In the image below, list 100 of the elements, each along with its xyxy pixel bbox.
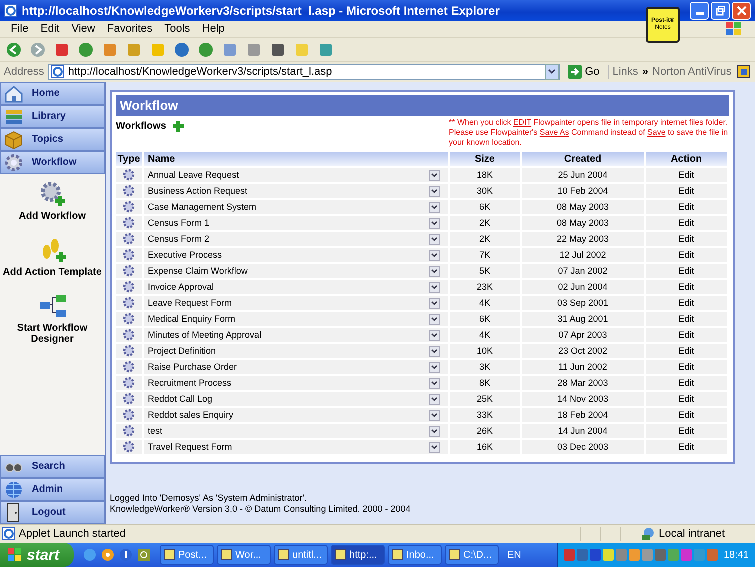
edit-link[interactable]: Edit [678, 394, 694, 404]
toolbar-label[interactable]: Norton AntiVirus [652, 66, 732, 78]
dropdown-button[interactable] [429, 218, 440, 228]
menu-item[interactable]: Edit [36, 23, 65, 35]
app-icon[interactable] [136, 548, 151, 562]
table-cell: 30K [476, 186, 493, 196]
edit-link[interactable]: Edit [678, 330, 694, 340]
action-link[interactable]: Add Action Template [2, 267, 102, 278]
nav-item[interactable]: Home [0, 82, 105, 105]
dropdown-button[interactable] [545, 64, 560, 80]
note-link[interactable]: EDIT [513, 118, 532, 127]
taskbar-button[interactable]: untitl... [274, 545, 328, 565]
dropdown-button[interactable] [429, 234, 440, 244]
table-cell: 25K [476, 394, 493, 404]
table-cell: 12 Jul 2002 [560, 250, 606, 260]
back-icon[interactable] [6, 42, 22, 58]
edit-link[interactable]: Edit [678, 250, 694, 260]
column-header: Type [116, 152, 144, 166]
start-button[interactable]: start [0, 543, 74, 567]
table-cell: 11 Jun 2002 [558, 362, 608, 372]
menu-item[interactable]: Tools [160, 23, 196, 35]
minimize-button[interactable] [690, 2, 709, 20]
action-link[interactable]: Start Workflow Designer [2, 323, 102, 345]
gear-icon [123, 249, 135, 261]
dropdown-button[interactable] [429, 362, 440, 372]
edit-link[interactable]: Edit [678, 170, 694, 180]
menu-item[interactable]: File [6, 23, 34, 35]
dropdown-button[interactable] [429, 378, 440, 388]
dropdown-button[interactable] [429, 266, 440, 276]
gear-icon [123, 393, 135, 405]
table-cell: 31 Aug 2001 [558, 314, 608, 324]
close-icon [736, 6, 746, 16]
note-link[interactable]: Save [648, 128, 666, 137]
restore-button[interactable] [711, 2, 730, 20]
dropdown-button[interactable] [429, 314, 440, 324]
media-icon[interactable] [100, 548, 115, 562]
minimize-icon [696, 12, 704, 15]
edit-link[interactable]: Edit [678, 282, 694, 292]
table-cell: 03 Sep 2001 [557, 298, 609, 308]
dropdown-button[interactable] [429, 250, 440, 260]
table-cell: 8K [479, 378, 490, 388]
action-link[interactable]: Add Workflow [2, 211, 102, 222]
edit-link[interactable]: Edit [678, 378, 694, 388]
dropdown-button[interactable] [429, 202, 440, 212]
window-icon [220, 549, 233, 561]
dropdown-button[interactable] [429, 442, 440, 452]
nav-item[interactable]: Admin [0, 478, 105, 501]
links-button[interactable]: Links [612, 66, 638, 78]
address-field[interactable]: http://localhost/KnowledgeWorkerv3/scripts/start_l.asp [48, 64, 560, 80]
more-button[interactable]: » [642, 66, 649, 78]
dropdown-button[interactable] [429, 346, 440, 356]
taskbar-button[interactable]: Inbo... [388, 545, 442, 565]
taskbar-button[interactable]: Post... [160, 545, 214, 565]
dropdown-button[interactable] [429, 298, 440, 308]
menu-item[interactable]: Help [197, 23, 230, 35]
edit-link[interactable]: Edit [678, 426, 694, 436]
edit-link[interactable]: Edit [678, 202, 694, 212]
table-cell: 02 Jun 2004 [558, 282, 608, 292]
edit-link[interactable]: Edit [678, 266, 694, 276]
taskbar-button[interactable]: Wor... [216, 545, 271, 565]
edit-link[interactable]: Edit [678, 298, 694, 308]
status-text: Applet Launch started [19, 528, 128, 540]
edit-link[interactable]: Edit [678, 410, 694, 420]
language-indicator[interactable]: EN [502, 550, 528, 560]
edit-link[interactable]: Edit [678, 218, 694, 228]
edit-link[interactable]: Edit [678, 234, 694, 244]
nav-item[interactable]: Search [0, 455, 105, 478]
close-button[interactable] [732, 2, 751, 20]
dropdown-button[interactable] [429, 170, 440, 180]
info-icon[interactable] [118, 548, 133, 562]
nav-item[interactable]: Workflow [0, 151, 105, 174]
edit-link[interactable]: Edit [678, 186, 694, 196]
dropdown-button[interactable] [429, 282, 440, 292]
nav-item[interactable]: Library [0, 105, 105, 128]
edit-link[interactable]: Edit [678, 362, 694, 372]
dropdown-button[interactable] [429, 330, 440, 340]
go-button[interactable]: Go [564, 65, 604, 79]
table-cell: 10K [476, 346, 493, 356]
dropdown-button[interactable] [429, 410, 440, 420]
note-link[interactable]: Save As [540, 128, 570, 137]
menu-item[interactable]: Favorites [102, 23, 158, 35]
nav-item[interactable]: Topics [0, 128, 105, 151]
column-header: Name [144, 152, 450, 166]
dropdown-button[interactable] [429, 426, 440, 436]
edit-link[interactable]: Edit [678, 346, 694, 356]
dropdown-button[interactable] [429, 394, 440, 404]
tray-icons-drawing[interactable] [564, 548, 720, 562]
footer-text: KnowledgeWorker® Version 3.0 - © Datum Consulting Limited. 2000 - 2004 [110, 504, 412, 514]
edit-link[interactable]: Edit [678, 314, 694, 324]
diagram-icon[interactable] [38, 292, 68, 320]
column-header: Size [450, 152, 522, 166]
nav-item[interactable]: Logout [0, 501, 105, 524]
window-icon [392, 549, 404, 561]
menu-item[interactable]: View [66, 23, 100, 35]
edit-link[interactable]: Edit [678, 442, 694, 452]
dropdown-button[interactable] [429, 186, 440, 196]
taskbar-button[interactable]: C:\D... [444, 545, 499, 565]
taskbar-button[interactable]: http:... [330, 545, 385, 565]
add-icon[interactable] [172, 120, 186, 132]
table-cell: Leave Request Form [148, 297, 232, 309]
